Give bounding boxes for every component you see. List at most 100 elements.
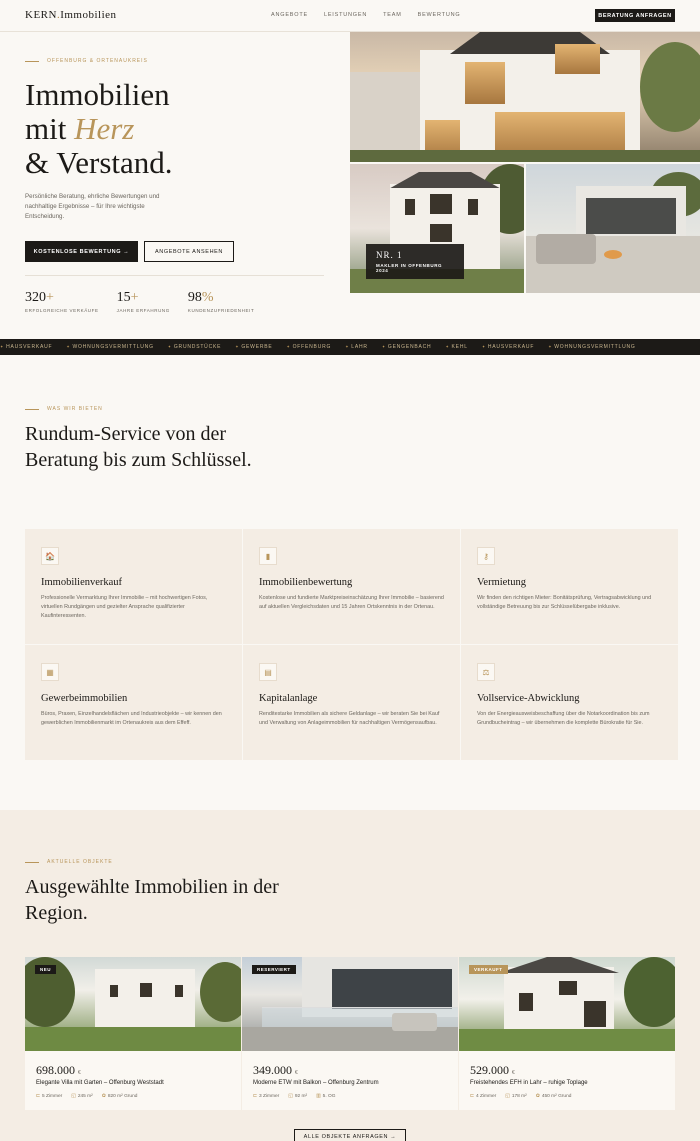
window	[430, 194, 452, 214]
listing-card[interactable]: RESERVIERT 349.000 € Moderne ETW mit Bal…	[242, 957, 458, 1110]
listing-floor: ▥ 5. OG	[316, 1094, 335, 1099]
nav-link-angebote[interactable]: ANGEBOTE	[271, 12, 308, 18]
chart-icon: ▮	[259, 547, 277, 565]
window	[405, 199, 415, 215]
listing-rooms-value: 3 Zimmer	[259, 1094, 280, 1099]
scale-icon: ⚖	[477, 663, 495, 681]
stat-years-suffix: +	[130, 290, 139, 305]
service-card-verkauf[interactable]: 🏠 Immobilienverkauf Professionelle Verma…	[25, 529, 242, 644]
tree	[624, 957, 675, 1027]
award-badge: NR. 1 MAKLER IN OFFENBURG 2024	[366, 244, 464, 279]
window	[430, 224, 452, 242]
logo-main: KERN	[25, 9, 57, 21]
building-icon: ▦	[41, 663, 59, 681]
service-title: Gewerbeimmobilien	[41, 693, 128, 704]
nav-link-team[interactable]: TEAM	[383, 12, 401, 18]
area-icon: ◱	[288, 1094, 293, 1099]
listing-area: ◱ 245 m²	[71, 1094, 92, 1099]
service-card-bewertung[interactable]: ▮ Immobilienbewertung Kostenlose und fun…	[243, 529, 460, 644]
listing-currency: €	[78, 1070, 81, 1076]
villa	[95, 969, 195, 1031]
logo[interactable]: KERN.Immobilien	[25, 9, 117, 21]
listing-plot: ✿ 820 m² Grund	[102, 1094, 138, 1099]
window	[110, 985, 118, 997]
hero-image-terrace	[526, 164, 700, 293]
stat-satisfaction-suffix: %	[201, 290, 214, 305]
bed-icon: ⊏	[36, 1094, 41, 1099]
glass-front	[586, 198, 676, 234]
hero-title-line3: & Verstand.	[25, 145, 173, 180]
stat-sales-value: 320	[25, 290, 46, 305]
service-card-kapitalanlage[interactable]: ▤ Kapitalanlage Renditestarke Immobilien…	[243, 645, 460, 760]
kostenlose-bewertung-button[interactable]: KOSTENLOSE BEWERTUNG →	[25, 241, 138, 262]
service-title: Immobilienbewertung	[259, 577, 353, 588]
listing-card[interactable]: VERKAUFT 529.000 € Freistehendes EFH in …	[459, 957, 675, 1110]
hero-title: Immobilien mit Herz & Verstand.	[25, 78, 173, 180]
hero-stats: 320+ ERFOLGREICHE VERKÄUFE 15+ JAHRE ERF…	[25, 290, 254, 313]
listing-features: ⊏ 4 Zimmer ◱ 178 m² ✿ 450 m² Grund	[470, 1094, 571, 1099]
service-text: Renditestarke Immobilien als sichere Gel…	[259, 711, 440, 726]
listing-price: 698.000 €	[36, 1063, 81, 1078]
eyebrow-line	[25, 861, 39, 863]
listing-card[interactable]: NEU 698.000 € Elegante Villa mit Garten …	[25, 957, 241, 1110]
listing-plot-value: 820 m² Grund	[107, 1094, 138, 1099]
ticker-item: WOHNUNGSVERMITTLUNG	[66, 344, 153, 350]
service-card-gewerbe[interactable]: ▦ Gewerbeimmobilien Büros, Praxen, Einze…	[25, 645, 242, 760]
services-eyebrow-text: WAS WIR BIETEN	[47, 406, 103, 412]
stat-sales-suffix: +	[46, 290, 54, 305]
service-card-vollservice[interactable]: ⚖ Vollservice-Abwicklung Von der Energie…	[461, 645, 678, 760]
ticker-item: GEWERBE	[235, 344, 272, 350]
listing-tag: NEU	[35, 965, 57, 974]
listing-tag: VERKAUFT	[469, 965, 508, 974]
service-title: Vermietung	[477, 577, 526, 588]
beratung-anfragen-button[interactable]: BERATUNG ANFRAGEN	[595, 9, 675, 22]
hero-title-line1: Immobilien	[25, 77, 170, 112]
logo-rest: Immobilien	[60, 9, 117, 21]
window	[140, 983, 152, 997]
hero-content: OFFENBURG & ORTENAUKREIS Immobilien mit …	[25, 32, 325, 332]
ticker-item: GRUNDSTÜCKE	[168, 344, 222, 350]
top-nav: KERN.Immobilien ANGEBOTE LEISTUNGEN TEAM…	[0, 0, 700, 32]
bed-icon: ⊏	[253, 1094, 258, 1099]
ticker-item: HAUSVERKAUF	[0, 344, 52, 350]
hero-lead: Persönliche Beratung, ehrliche Bewertung…	[25, 193, 160, 220]
stat-satisfaction: 98% KUNDENZUFRIEDENHEIT	[188, 290, 254, 313]
services-eyebrow: WAS WIR BIETEN	[25, 406, 103, 412]
hero-divider	[25, 275, 324, 276]
window	[175, 985, 183, 997]
service-card-vermietung[interactable]: ⚷ Vermietung Wir finden den richtigen Mi…	[461, 529, 678, 644]
angebote-ansehen-button[interactable]: ANGEBOTE ANSEHEN	[144, 241, 234, 262]
house-icon: 🏠	[41, 547, 59, 565]
listing-area: ◱ 178 m²	[505, 1094, 526, 1099]
listings-eyebrow-text: AKTUELLE OBJEKTE	[47, 859, 113, 865]
alle-objekte-anfragen-button[interactable]: ALLE OBJEKTE ANFRAGEN →	[294, 1129, 406, 1141]
listing-price: 349.000 €	[253, 1063, 298, 1078]
nav-link-leistungen[interactable]: LEISTUNGEN	[324, 12, 367, 18]
listing-tag: RESERVIERT	[252, 965, 296, 974]
eyebrow-line	[25, 60, 39, 62]
key-icon: ⚷	[477, 547, 495, 565]
listing-currency: €	[295, 1070, 298, 1076]
hero-image-modern-house	[350, 32, 700, 162]
listing-rooms: ⊏ 3 Zimmer	[253, 1094, 279, 1099]
lawn	[459, 1029, 675, 1051]
plot-icon: ✿	[101, 1094, 106, 1099]
window	[465, 62, 505, 104]
listing-photo	[25, 957, 241, 1051]
hero-title-accent: Herz	[74, 111, 135, 146]
service-text: Von der Energieausweisbeschaffung über d…	[477, 711, 650, 726]
service-ticker: HAUSVERKAUF WOHNUNGSVERMITTLUNG GRUNDSTÜ…	[0, 339, 700, 355]
sofa	[536, 234, 596, 264]
stat-years: 15+ JAHRE ERFAHRUNG	[117, 290, 170, 313]
bed-icon: ⊏	[470, 1094, 475, 1099]
award-title: NR. 1	[376, 250, 403, 260]
listings-title: Ausgewählte Immobilien in der Region.	[25, 876, 279, 924]
roof	[450, 32, 610, 54]
service-title: Immobilienverkauf	[41, 577, 123, 588]
services-title: Rundum-Service von der Beratung bis zum …	[25, 423, 252, 471]
listing-currency: €	[512, 1070, 515, 1076]
service-title: Vollservice-Abwicklung	[477, 693, 580, 704]
nav-link-bewertung[interactable]: BEWERTUNG	[418, 12, 461, 18]
service-text: Büros, Praxen, Einzelhandelsflächen und …	[41, 711, 222, 726]
neighbor-house	[350, 72, 430, 162]
